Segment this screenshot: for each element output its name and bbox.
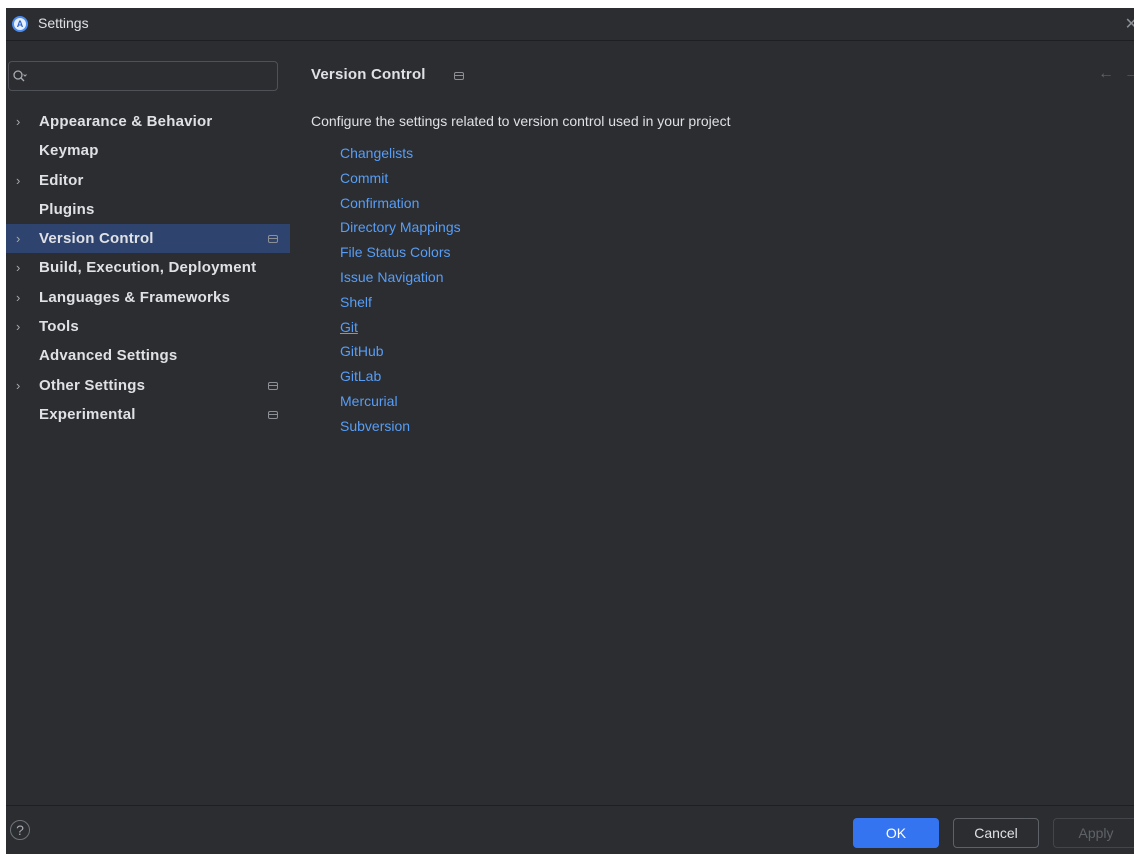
link-subversion[interactable]: Subversion [340, 418, 461, 443]
project-settings-icon [454, 72, 464, 80]
apply-button[interactable]: Apply [1053, 818, 1134, 848]
chevron-right-icon[interactable]: › [16, 378, 26, 393]
forward-arrow-icon[interactable]: → [1124, 65, 1134, 83]
link-git[interactable]: Git [340, 319, 461, 344]
project-settings-icon [268, 235, 278, 244]
close-icon[interactable]: ✕ [1125, 14, 1134, 34]
sidebar-item-build-execution-deployment[interactable]: › Build, Execution, Deployment [6, 253, 290, 282]
link-gitlab[interactable]: GitLab [340, 368, 461, 393]
sidebar-item-experimental[interactable]: Experimental [6, 400, 290, 429]
sidebar-item-label: Appearance & Behavior [39, 113, 213, 130]
help-icon[interactable]: ? [10, 820, 30, 840]
settings-nav: › Appearance & Behavior Keymap › Editor Plugi… [6, 107, 290, 429]
chevron-right-icon[interactable]: › [16, 319, 26, 334]
sidebar-item-keymap[interactable]: Keymap [6, 136, 290, 165]
sidebar-item-plugins[interactable]: Plugins [6, 195, 290, 224]
sidebar-item-label: Editor [39, 171, 84, 189]
page-title: Version Control [311, 66, 426, 83]
chevron-right-icon[interactable]: › [16, 260, 26, 275]
ok-button[interactable]: OK [853, 818, 939, 848]
main-panel: Version Control ← → Configure the settin… [290, 41, 1134, 805]
link-github[interactable]: GitHub [340, 343, 461, 368]
search-field[interactable] [8, 61, 278, 91]
settings-dialog: A Settings ✕ › Appearance & Behavior Keyma… [6, 8, 1134, 854]
sidebar-item-label: Other Settings [39, 376, 146, 394]
android-studio-icon: A [12, 16, 28, 32]
title-bar: A Settings ✕ [6, 8, 1134, 41]
sidebar-item-label: Tools [39, 318, 79, 336]
link-file-status-colors[interactable]: File Status Colors [340, 244, 461, 269]
chevron-right-icon[interactable]: › [16, 114, 26, 129]
chevron-right-icon[interactable]: › [16, 231, 26, 246]
window-title: Settings [38, 15, 89, 31]
sidebar-item-label: Version Control [39, 230, 154, 248]
project-settings-icon [268, 410, 278, 419]
sidebar-item-label: Keymap [39, 142, 99, 160]
link-mercurial[interactable]: Mercurial [340, 393, 461, 418]
back-arrow-icon[interactable]: ← [1098, 65, 1114, 83]
sidebar-item-label: Advanced Settings [39, 347, 178, 365]
sidebar-item-version-control[interactable]: › Version Control [6, 224, 290, 254]
link-confirmation[interactable]: Confirmation [340, 195, 461, 220]
sidebar-item-other-settings[interactable]: › Other Settings [6, 371, 290, 400]
sidebar-item-label: Experimental [39, 405, 136, 423]
link-directory-mappings[interactable]: Directory Mappings [340, 219, 461, 244]
sidebar-item-appearance-behavior[interactable]: › Appearance & Behavior [6, 107, 290, 136]
sidebar-item-label: Languages & Frameworks [39, 288, 231, 306]
link-issue-navigation[interactable]: Issue Navigation [340, 269, 461, 294]
project-settings-icon [268, 381, 278, 390]
chevron-right-icon[interactable]: › [16, 290, 26, 305]
sidebar-item-label: Plugins [39, 200, 95, 218]
search-input[interactable] [33, 66, 273, 88]
sidebar-item-editor[interactable]: › Editor [6, 166, 290, 195]
sidebar-item-label: Build, Execution, Deployment [39, 259, 257, 277]
cancel-button[interactable]: Cancel [953, 818, 1039, 848]
dialog-footer: ? OK Cancel Apply [6, 805, 1134, 854]
link-changelists[interactable]: Changelists [340, 145, 461, 170]
sidebar-item-tools[interactable]: › Tools [6, 312, 290, 341]
sidebar-item-advanced-settings[interactable]: Advanced Settings [6, 341, 290, 370]
subsection-links: Changelists Commit Confirmation Directory M… [340, 145, 461, 443]
link-commit[interactable]: Commit [340, 170, 461, 195]
search-icon [13, 70, 27, 82]
chevron-right-icon[interactable]: › [16, 173, 26, 188]
sidebar-item-languages-frameworks[interactable]: › Languages & Frameworks [6, 283, 290, 312]
settings-sidebar: › Appearance & Behavior Keymap › Editor Plugi… [6, 41, 290, 805]
page-description: Configure the settings related to versio… [311, 113, 731, 129]
link-shelf[interactable]: Shelf [340, 294, 461, 319]
